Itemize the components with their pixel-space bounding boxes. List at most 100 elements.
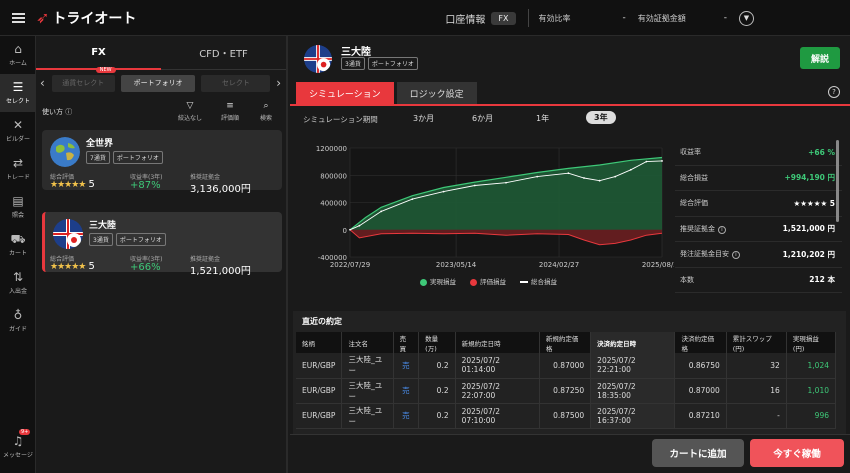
stat-label: 本数 xyxy=(680,275,694,284)
stat-row: 勝率 xyxy=(675,293,842,300)
chevron-left-icon[interactable]: ‹ xyxy=(40,76,46,90)
tag: 3通貨 xyxy=(341,57,365,70)
tag: ポートフォリオ xyxy=(367,57,418,70)
ratio-label: 有効比率 xyxy=(538,13,571,23)
period-6m[interactable]: 6か月 xyxy=(472,113,493,124)
help-icon[interactable]: ? xyxy=(828,86,840,98)
nav-inquiry[interactable]: ▤ 照会 xyxy=(0,188,36,226)
tab-cfd-etf[interactable]: CFD・ETF xyxy=(161,36,286,69)
total-point xyxy=(358,224,361,227)
howto-link[interactable]: 使い方 ⓘ xyxy=(42,107,72,117)
x-tick-label: 2025/08/29 xyxy=(642,261,674,269)
x-tick-label: 2022/07/29 xyxy=(330,261,370,269)
search-button[interactable]: ⌕ 検索 xyxy=(260,101,272,122)
y-tick-label: 1200000 xyxy=(316,145,347,153)
table-cell: 0.2 xyxy=(418,378,456,404)
logo[interactable]: ➶ トライオート xyxy=(36,8,136,28)
table-row[interactable]: EUR/GBP 三大陸_ユー売 0.2 2025/07/2 22:07:00 0.872… xyxy=(296,378,837,404)
total-point xyxy=(629,168,632,171)
stat-row: 総合損益 +994,190 円 xyxy=(675,166,842,191)
account-type-badge[interactable]: FX xyxy=(491,11,516,25)
return-value: +87% xyxy=(130,180,161,191)
stat-value: 1,210,202 円 xyxy=(782,249,835,259)
nav-cart[interactable]: ⛟ カート xyxy=(0,226,36,264)
table-cell: 売 xyxy=(393,378,420,404)
explain-button[interactable]: 解説 xyxy=(800,47,840,69)
table-row[interactable]: EUR/GBP 三大陸_ユー売 0.2 2025/07/2 07:10:00 0.875… xyxy=(296,403,837,429)
sort-button[interactable]: ≡ 評価順 xyxy=(221,101,239,122)
new-badge: NEW xyxy=(95,66,116,73)
nav-home[interactable]: ⌂ ホーム xyxy=(0,36,36,74)
account-info-label[interactable]: 口座情報 xyxy=(445,11,485,26)
column-header[interactable]: 決済約定日時 xyxy=(590,332,676,353)
column-header[interactable]: 数量(万) xyxy=(418,332,456,353)
period-3y[interactable]: 3年 xyxy=(586,111,616,124)
column-header[interactable]: 累計スワップ(円) xyxy=(726,332,787,353)
info-icon[interactable]: i xyxy=(732,251,740,260)
portfolio-card-zensekai[interactable]: 全世界 7通貨 ポートフォリオ 総合評価 ★★★★★ 5 収益率(3年) +87… xyxy=(42,130,282,195)
info-icon[interactable]: i xyxy=(718,225,726,234)
stat-value: +66 % xyxy=(808,147,835,157)
tag: ポートフォリオ xyxy=(112,151,163,164)
table-row[interactable]: EUR/GBP 三大陸_ユー売 0.2 2025/07/2 01:14:00 0.870… xyxy=(296,353,837,379)
column-header[interactable]: 新規約定価格 xyxy=(539,332,592,353)
nav-guide[interactable]: ♁ ガイド xyxy=(0,302,36,340)
table-cell: 三大陸_ユー xyxy=(341,403,394,429)
chevron-right-icon[interactable]: › xyxy=(276,76,282,90)
table-cell: 0.87210 xyxy=(674,403,727,429)
orders-title: 直近の約定 xyxy=(302,317,342,326)
filter-button[interactable]: ▽ 絞込なし xyxy=(178,101,202,122)
y-tick-label: 400000 xyxy=(320,200,347,208)
nav-transfer[interactable]: ⇅ 入出金 xyxy=(0,264,36,302)
column-header[interactable]: 銘柄 xyxy=(296,332,343,353)
period-1y[interactable]: 1年 xyxy=(536,113,549,124)
filter-icon: ▽ xyxy=(186,101,194,111)
column-header[interactable]: 注文名 xyxy=(341,332,394,353)
nav-builder[interactable]: ✕ ビルダー xyxy=(0,112,36,150)
nav-trade[interactable]: ⇄ トレード xyxy=(0,150,36,188)
column-header[interactable]: 決済約定価格 xyxy=(674,332,727,353)
table-cell: - xyxy=(726,403,787,429)
table-cell: EUR/GBP xyxy=(296,403,343,429)
table-cell: 0.87000 xyxy=(539,353,592,379)
margin-value: 3,136,000円 xyxy=(190,184,251,195)
page-title: 三大陸 xyxy=(341,47,371,58)
total-point xyxy=(567,172,570,175)
home-icon: ⌂ xyxy=(14,42,22,56)
tab-simulation[interactable]: シミュレーション xyxy=(296,82,394,104)
margin-value: 1,521,000円 xyxy=(190,266,251,277)
chevron-down-icon[interactable]: ▼ xyxy=(739,10,754,26)
add-to-cart-button[interactable]: カートに追加 xyxy=(652,439,744,467)
table-cell: 0.87250 xyxy=(539,378,592,404)
total-point xyxy=(473,184,476,187)
subtab-select[interactable]: セレクト xyxy=(201,74,271,92)
subtab-currency-select[interactable]: 通貨セレクト NEW xyxy=(51,66,116,92)
table-cell: 2025/07/2 16:37:00 xyxy=(590,403,676,429)
column-header[interactable]: 新規約定日時 xyxy=(455,332,540,353)
stat-label: 総合損益 xyxy=(680,173,708,182)
globe-icon xyxy=(50,137,80,167)
run-now-button[interactable]: 今すぐ稼働 xyxy=(750,439,844,467)
scrollbar[interactable] xyxy=(836,140,839,222)
tab-logic-settings[interactable]: ロジック設定 xyxy=(396,82,477,104)
rating-value: ★★★★★ 5 xyxy=(50,179,95,190)
table-cell: 2025/07/2 22:21:00 xyxy=(590,353,676,379)
nav-message[interactable]: 9+ ♫ メッセージ xyxy=(0,429,36,459)
y-tick-label: 800000 xyxy=(320,172,347,180)
column-header[interactable]: 実現損益(円) xyxy=(786,332,837,353)
card-title: 全世界 xyxy=(86,139,114,149)
period-3m[interactable]: 3か月 xyxy=(413,113,434,124)
x-tick-label: 2024/02/27 xyxy=(539,261,579,269)
portfolio-card-sandairiku[interactable]: 三大陸 3通貨 ポートフォリオ 総合評価 ★★★★★ 5 収益率(3年) +66… xyxy=(42,212,282,277)
column-header[interactable]: 売買 xyxy=(393,332,420,353)
stat-value: +994,190 円 xyxy=(784,173,835,183)
nav-select[interactable]: ☰ セレクト xyxy=(0,74,36,112)
tab-fx[interactable]: FX xyxy=(36,36,161,70)
subtab-portfolio[interactable]: ポートフォリオ xyxy=(120,74,196,92)
menu-icon[interactable] xyxy=(0,0,36,36)
stat-label: 収益率 xyxy=(680,148,701,157)
card-title: 三大陸 xyxy=(89,221,117,231)
stat-value: ★★★★★ 5 xyxy=(793,198,835,208)
ratio-value: - xyxy=(622,13,626,23)
main-panel: 三大陸 3通貨 ポートフォリオ 解説 シミュレーション ロジック設定 ? シミュ… xyxy=(290,36,850,473)
